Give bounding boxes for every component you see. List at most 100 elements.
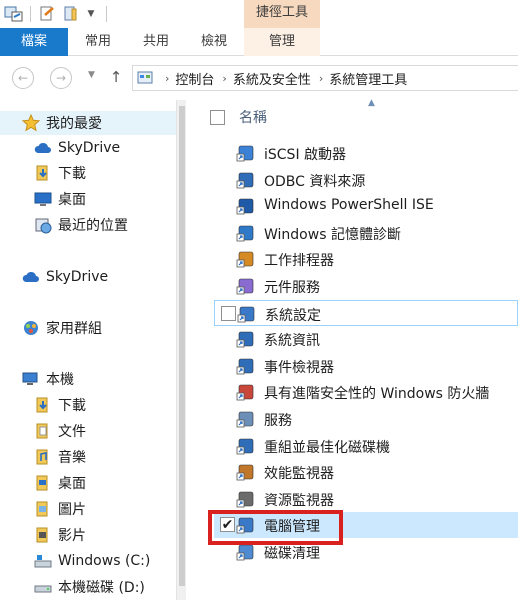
recent-places-icon bbox=[34, 216, 52, 234]
forward-button[interactable]: → bbox=[50, 67, 72, 89]
back-arrow-icon: ← bbox=[17, 71, 29, 85]
local-disk-icon bbox=[34, 578, 52, 596]
select-all-checkbox[interactable] bbox=[210, 109, 225, 125]
services-shortcut-icon bbox=[236, 410, 256, 428]
nav-skydrive[interactable]: SkyDrive bbox=[22, 265, 108, 289]
back-button[interactable]: ← bbox=[12, 67, 34, 89]
file-item-services[interactable]: 服務 bbox=[214, 406, 518, 432]
file-item-performance-monitor[interactable]: 效能監視器 bbox=[214, 459, 518, 485]
navigation-pane-scrollbar[interactable] bbox=[176, 100, 186, 600]
file-item-label: 系統資訊 bbox=[264, 333, 320, 349]
component-services-shortcut-icon bbox=[236, 277, 256, 295]
tab-view[interactable]: 檢視 bbox=[186, 28, 242, 56]
system-configuration-shortcut-icon bbox=[237, 305, 257, 323]
nav-fav-recent[interactable]: 最近的位置 bbox=[34, 213, 128, 237]
navigation-pane-scrollbar-thumb[interactable] bbox=[179, 106, 185, 586]
file-item-task-scheduler[interactable]: 工作排程器 bbox=[214, 246, 518, 272]
file-item-label: 工作排程器 bbox=[264, 253, 334, 269]
performance-monitor-shortcut-icon bbox=[236, 463, 256, 481]
sort-ascending-icon: ▲ bbox=[368, 98, 375, 108]
nav-fav-desktop[interactable]: 桌面 bbox=[34, 187, 86, 211]
nav-fav-downloads[interactable]: 下載 bbox=[34, 161, 86, 185]
file-item-label: Windows PowerShell ISE bbox=[264, 197, 434, 213]
column-header-name[interactable]: 名稱 bbox=[210, 104, 267, 130]
file-item-label: 事件檢視器 bbox=[264, 360, 334, 376]
navigation-pane: 我的最愛 SkyDrive 下載 桌面 最近的位置 SkyDrive 家用群組 … bbox=[0, 100, 185, 600]
address-bar[interactable]: › 控制台 › 系統及安全性 › 系統管理工具 bbox=[132, 65, 518, 91]
nav-pc-videos[interactable]: 影片 bbox=[34, 523, 86, 547]
powershell-ise-shortcut-icon bbox=[236, 197, 256, 215]
tab-share[interactable]: 共用 bbox=[128, 28, 184, 56]
tab-file[interactable]: 檔案 bbox=[0, 28, 68, 56]
breadcrumb-control-panel[interactable]: 控制台 bbox=[175, 69, 214, 88]
star-icon bbox=[22, 114, 40, 132]
new-folder-icon[interactable] bbox=[60, 4, 82, 24]
nav-pc-documents[interactable]: 文件 bbox=[34, 419, 86, 443]
tab-home[interactable]: 常用 bbox=[70, 28, 126, 56]
disk-cleanup-shortcut-icon bbox=[236, 543, 256, 561]
file-item-label: 資源監視器 bbox=[264, 493, 334, 509]
nav-pc-music-label: 音樂 bbox=[58, 450, 86, 466]
properties-icon[interactable] bbox=[36, 4, 58, 24]
quick-access-separator bbox=[30, 6, 31, 22]
up-button[interactable]: ↑ bbox=[106, 67, 126, 87]
nav-fav-skydrive[interactable]: SkyDrive bbox=[34, 136, 120, 160]
homegroup-icon bbox=[22, 319, 40, 337]
nav-pc-drive-c[interactable]: Windows (C:) bbox=[34, 549, 150, 573]
iscsi-initiator-shortcut-icon bbox=[236, 144, 256, 162]
pictures-folder-icon bbox=[34, 500, 52, 518]
nav-pc-pictures[interactable]: 圖片 bbox=[34, 497, 86, 521]
file-item-label: 磁碟清理 bbox=[264, 546, 320, 562]
quick-access-separator-2 bbox=[106, 6, 107, 22]
item-checkbox[interactable] bbox=[221, 306, 236, 321]
event-viewer-shortcut-icon bbox=[236, 357, 256, 375]
control-panel-icon bbox=[137, 69, 157, 87]
file-item-resource-monitor[interactable]: 資源監視器 bbox=[214, 486, 518, 512]
file-item-label: 效能監視器 bbox=[264, 466, 334, 482]
nav-pc-music[interactable]: 音樂 bbox=[34, 445, 86, 469]
file-item-odbc-data-sources[interactable]: ODBC 資料來源 bbox=[214, 167, 518, 193]
computer-icon bbox=[22, 370, 40, 388]
file-item-event-viewer[interactable]: 事件檢視器 bbox=[214, 353, 518, 379]
file-item-powershell-ise[interactable]: Windows PowerShell ISE bbox=[214, 193, 518, 219]
column-header-name-label: 名稱 bbox=[239, 110, 267, 126]
skydrive-cloud-icon bbox=[22, 268, 40, 286]
nav-pc-desktop[interactable]: 桌面 bbox=[34, 471, 86, 495]
breadcrumb-separator-icon: › bbox=[165, 71, 170, 85]
breadcrumb-separator-icon: › bbox=[318, 71, 324, 85]
nav-skydrive-label: SkyDrive bbox=[46, 269, 109, 285]
desktop-icon bbox=[34, 190, 52, 208]
annotation-highlight-box bbox=[208, 510, 343, 545]
navigation-bar: ← → ▼ ↑ › 控制台 › 系統及安全性 › 系統管理工具 bbox=[0, 57, 518, 97]
file-item-firewall-advanced-security[interactable]: 具有進階安全性的 Windows 防火牆 bbox=[214, 379, 518, 405]
file-item-memory-diagnostic[interactable]: Windows 記憶體診斷 bbox=[214, 220, 518, 246]
file-item-component-services[interactable]: 元件服務 bbox=[214, 273, 518, 299]
downloads-folder-icon bbox=[34, 396, 52, 414]
nav-pc-downloads[interactable]: 下載 bbox=[34, 393, 86, 417]
customize-quick-access-icon[interactable]: ▼ bbox=[84, 4, 98, 24]
nav-homegroup[interactable]: 家用群組 bbox=[22, 316, 102, 340]
breadcrumb-admin-tools[interactable]: 系統管理工具 bbox=[329, 69, 407, 88]
breadcrumb-system-security[interactable]: 系統及安全性 bbox=[233, 69, 311, 88]
recent-locations-dropdown-icon[interactable]: ▼ bbox=[88, 70, 95, 80]
file-item-system-information[interactable]: 系統資訊 bbox=[214, 326, 518, 352]
skydrive-cloud-icon bbox=[34, 139, 52, 157]
desktop-folder-icon bbox=[34, 474, 52, 492]
system-menu-icon[interactable] bbox=[2, 4, 26, 24]
music-folder-icon bbox=[34, 448, 52, 466]
videos-folder-icon bbox=[34, 526, 52, 544]
nav-fav-desktop-label: 桌面 bbox=[58, 192, 86, 208]
nav-pc-drive-d[interactable]: 本機磁碟 (D:) bbox=[34, 575, 145, 599]
nav-favorites[interactable]: 我的最愛 bbox=[0, 111, 176, 135]
file-item-defragment-optimize-drives[interactable]: 重組並最佳化磁碟機 bbox=[214, 433, 518, 459]
firewall-advanced-security-shortcut-icon bbox=[236, 383, 256, 401]
tab-manage[interactable]: 管理 bbox=[244, 28, 320, 56]
nav-pc-pictures-label: 圖片 bbox=[58, 502, 86, 518]
system-information-shortcut-icon bbox=[236, 330, 256, 348]
file-item-label: 具有進階安全性的 Windows 防火牆 bbox=[264, 386, 490, 402]
file-item-label: 系統設定 bbox=[265, 308, 321, 324]
file-item-iscsi-initiator[interactable]: iSCSI 啟動器 bbox=[214, 140, 518, 166]
nav-fav-skydrive-label: SkyDrive bbox=[58, 140, 121, 156]
file-item-system-configuration[interactable]: 系統設定 bbox=[214, 300, 518, 326]
nav-this-pc[interactable]: 本機 bbox=[22, 367, 74, 391]
